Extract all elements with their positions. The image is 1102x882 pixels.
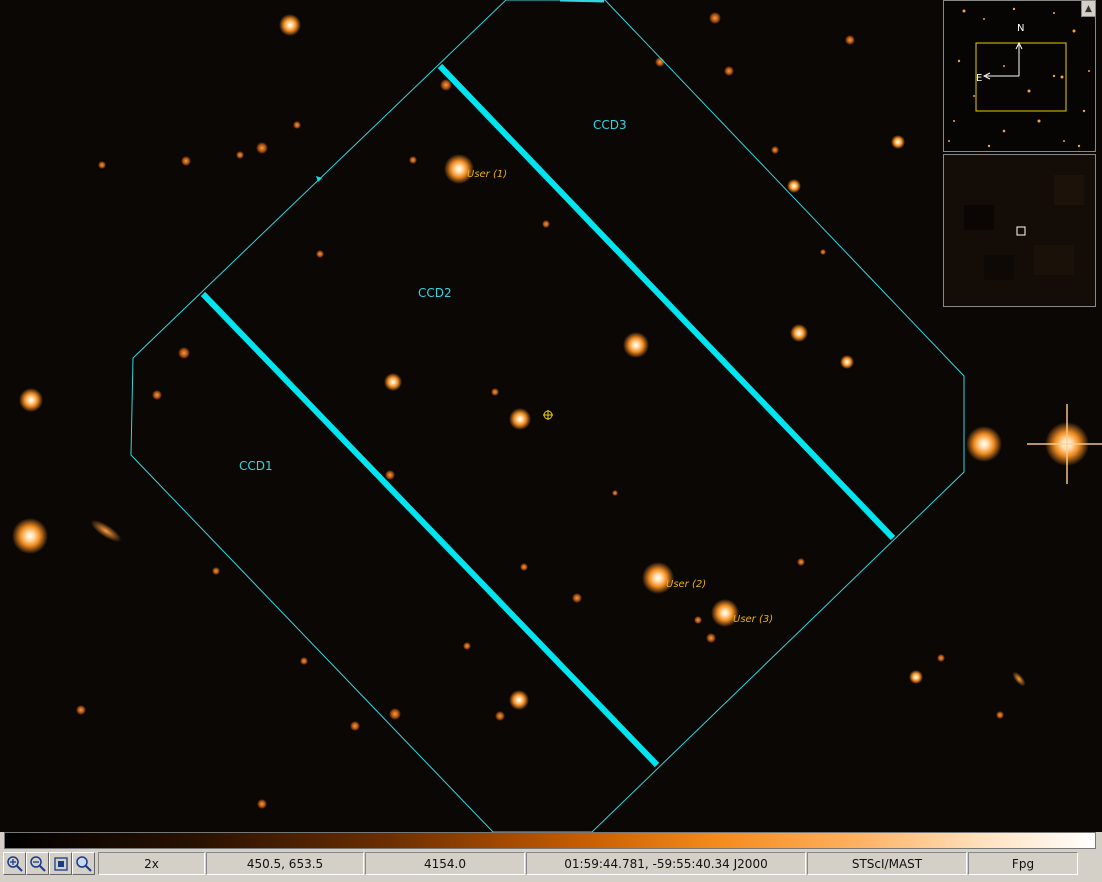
aperture-center-icon[interactable] bbox=[543, 410, 553, 420]
sky-canvas[interactable]: CCD1 CCD2 CCD3 User (1) User (2) User (3… bbox=[0, 0, 1102, 832]
zoom-out-icon bbox=[29, 855, 46, 872]
panner-overview[interactable]: N E ▲ bbox=[943, 0, 1096, 152]
zoom-level-field: 2x bbox=[98, 852, 205, 875]
image-source-field: STScI/MAST bbox=[807, 852, 967, 875]
user-target-1-label[interactable]: User (1) bbox=[467, 169, 507, 180]
magnified-pixels bbox=[944, 155, 1095, 306]
zoom-fit-button[interactable] bbox=[49, 852, 72, 875]
zoom-in-button[interactable] bbox=[3, 852, 26, 875]
magnifier-panel bbox=[943, 154, 1096, 307]
magnify-button[interactable] bbox=[72, 852, 95, 875]
magnify-icon bbox=[75, 855, 92, 872]
compass bbox=[982, 41, 1023, 80]
ccd1-label: CCD1 bbox=[239, 459, 273, 473]
status-bar: 2x 450.5, 653.5 4154.0 01:59:44.781, -59… bbox=[0, 851, 1102, 876]
pixel-coords-field: 450.5, 653.5 bbox=[206, 852, 364, 875]
zoom-in-icon bbox=[6, 855, 23, 872]
ccd2-label: CCD2 bbox=[418, 286, 452, 300]
compass-east-label: E bbox=[976, 73, 982, 84]
user-target-3-label[interactable]: User (3) bbox=[733, 614, 773, 625]
compass-north-label: N bbox=[1017, 23, 1024, 34]
colorbar[interactable] bbox=[4, 832, 1096, 849]
star-field bbox=[12, 12, 1102, 809]
panner-scroll-up-icon[interactable]: ▲ bbox=[1081, 1, 1095, 17]
zoom-fit-icon bbox=[53, 856, 68, 871]
pixel-value-field: 4154.0 bbox=[365, 852, 525, 875]
ccd-gap-2 bbox=[437, 63, 896, 541]
ccd3-label: CCD3 bbox=[593, 118, 627, 132]
user-target-2-label[interactable]: User (2) bbox=[666, 579, 706, 590]
mode-field: Fpg bbox=[968, 852, 1078, 875]
ccd-gap-1 bbox=[200, 291, 660, 768]
world-coords-field: 01:59:44.781, -59:55:40.34 J2000 bbox=[526, 852, 806, 875]
zoom-out-button[interactable] bbox=[26, 852, 49, 875]
view-rectangle[interactable] bbox=[975, 42, 1067, 112]
sky-image-viewer[interactable]: CCD1 CCD2 CCD3 User (1) User (2) User (3… bbox=[0, 0, 1102, 832]
